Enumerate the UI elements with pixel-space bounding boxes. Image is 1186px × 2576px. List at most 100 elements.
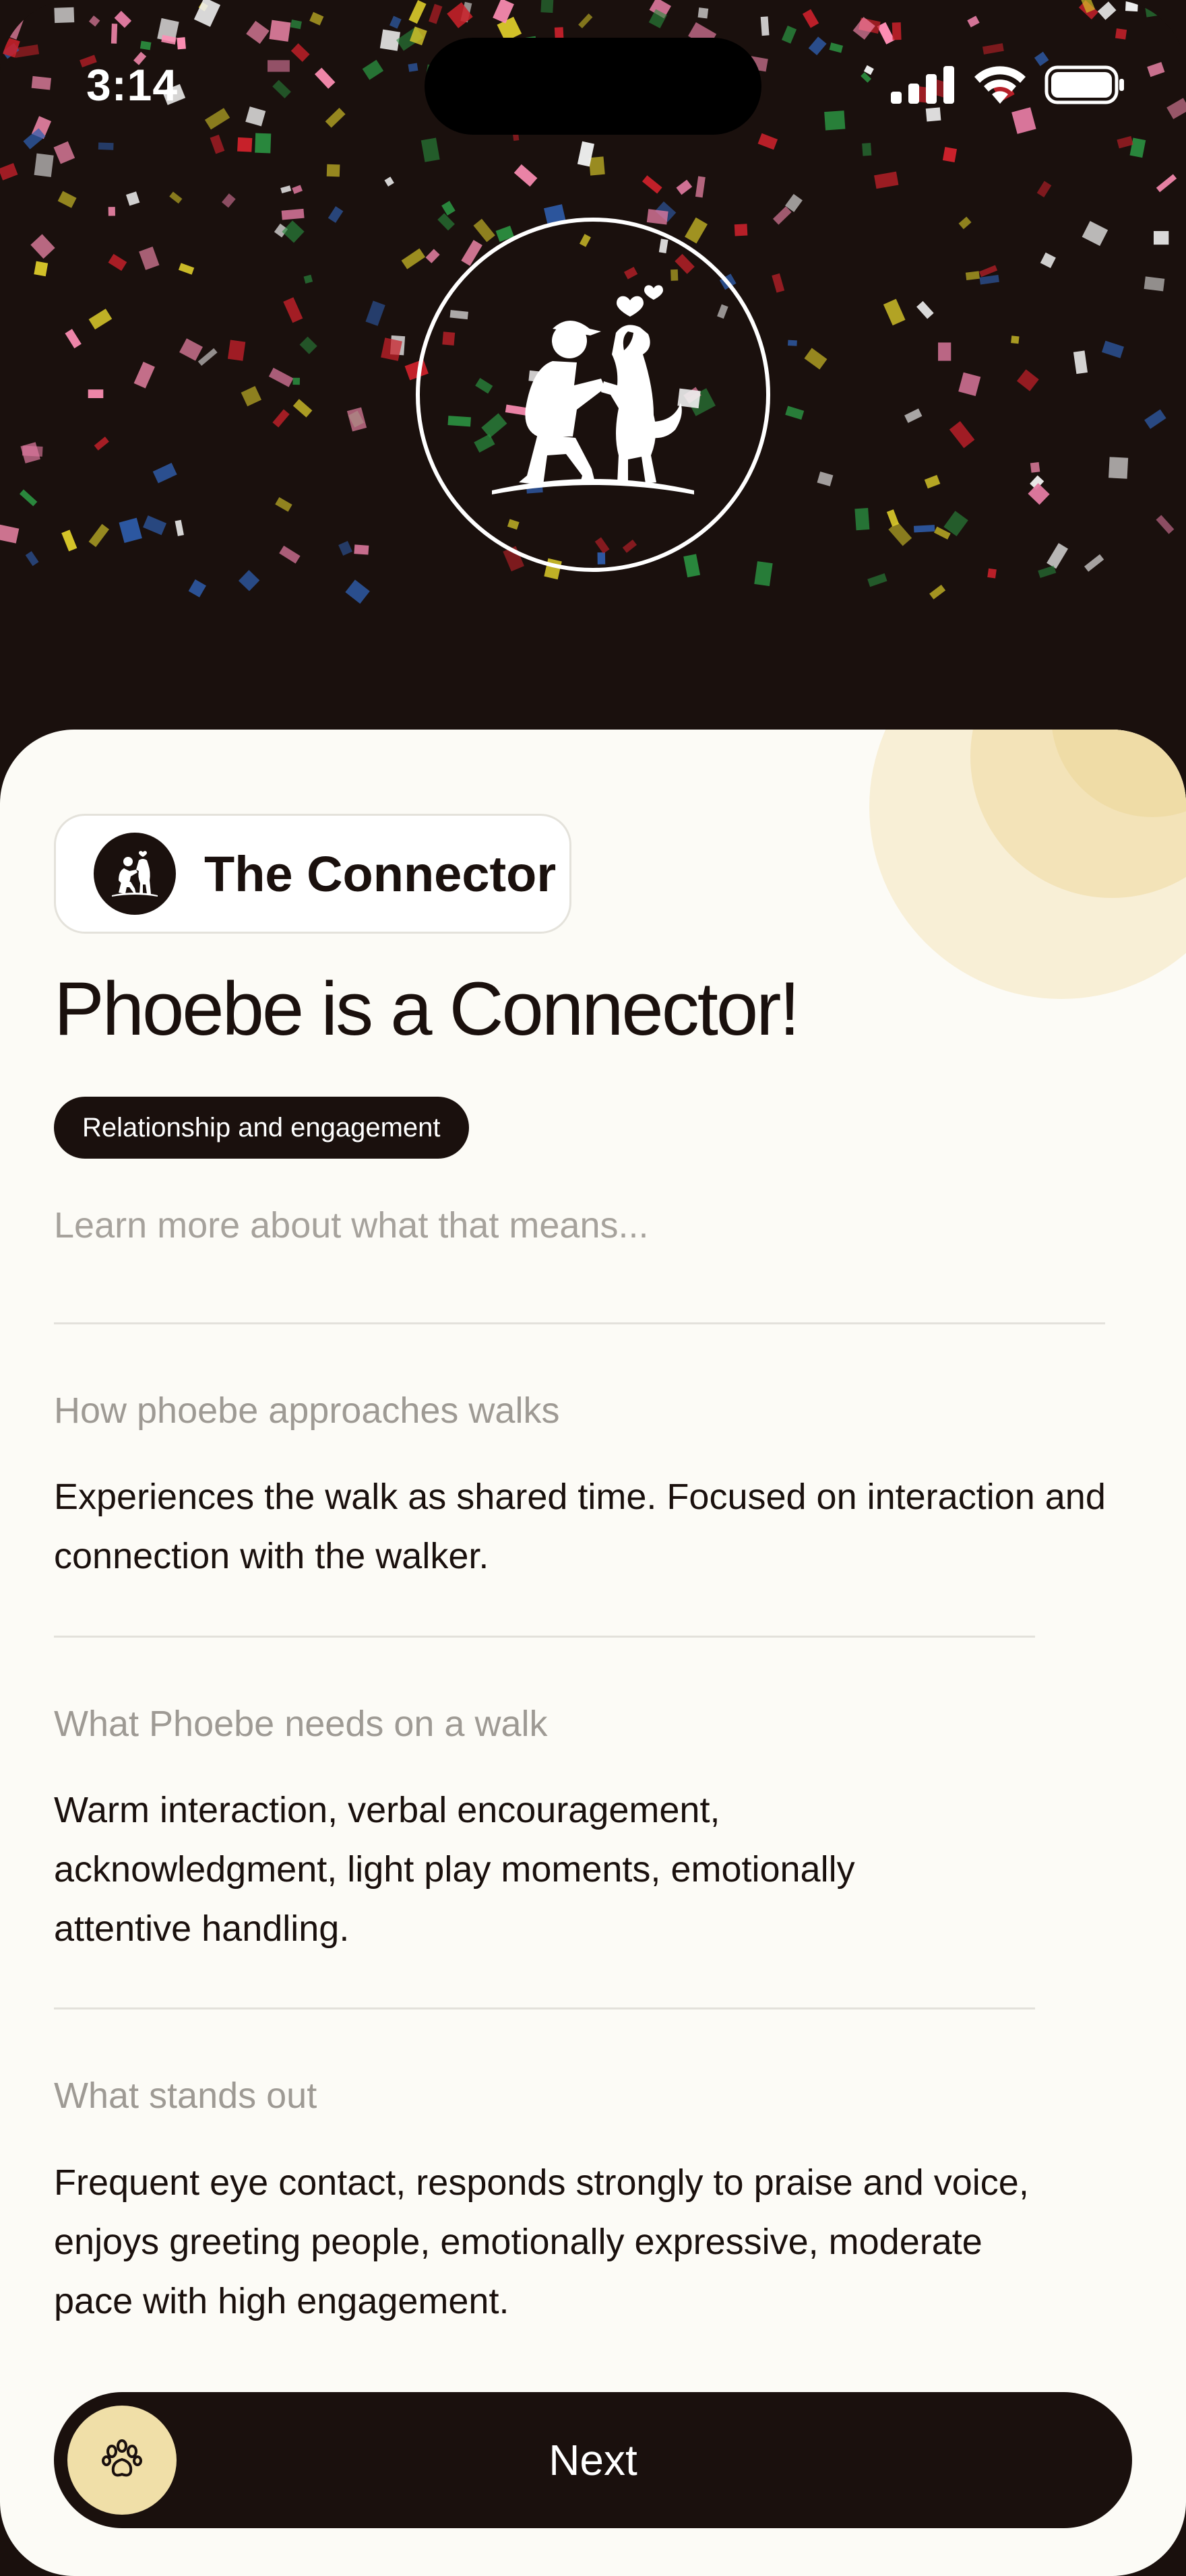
confetti-piece xyxy=(30,234,55,259)
confetti-piece xyxy=(178,263,195,275)
paw-glyph xyxy=(102,2439,142,2477)
personality-type-label: The Connector xyxy=(204,845,557,902)
hero-header: 3:14 xyxy=(0,0,1186,768)
confetti-piece xyxy=(292,399,313,418)
confetti-piece xyxy=(473,218,495,243)
confetti-piece xyxy=(108,207,115,216)
next-button[interactable]: Next xyxy=(54,2392,1132,2528)
confetti-piece xyxy=(65,329,82,349)
confetti-piece xyxy=(978,265,998,278)
confetti-piece xyxy=(381,337,402,361)
confetti-piece xyxy=(34,261,49,277)
confetti-piece xyxy=(292,185,303,195)
confetti-piece xyxy=(938,342,951,361)
confetti-piece xyxy=(292,377,301,385)
confetti-piece xyxy=(280,185,292,194)
confetti-piece xyxy=(303,274,313,284)
divider xyxy=(54,1636,1035,1638)
confetti-piece xyxy=(425,249,440,263)
confetti-piece xyxy=(695,176,706,198)
section-label-needs: What Phoebe needs on a walk xyxy=(54,1704,548,1744)
confetti-piece xyxy=(420,137,440,162)
person-kneeling-with-dog-icon xyxy=(492,285,694,494)
confetti-piece xyxy=(1016,369,1039,391)
section-body-approach: Experiences the walk as shared time. Foc… xyxy=(54,1477,1106,1576)
result-sheet: The Connector Phoebe is a Connector! Rel… xyxy=(0,730,1186,2576)
confetti-piece xyxy=(867,573,887,587)
personality-avatar xyxy=(416,218,770,572)
connector-avatar-icon xyxy=(94,833,176,915)
confetti-piece xyxy=(34,153,54,177)
confetti-piece xyxy=(958,372,981,396)
confetti-piece xyxy=(57,191,77,208)
confetti-piece xyxy=(854,508,870,531)
confetti-piece xyxy=(883,298,906,326)
confetti-piece xyxy=(88,523,110,548)
confetti-piece xyxy=(513,164,538,187)
confetti-piece xyxy=(169,191,183,204)
confetti-piece xyxy=(874,171,899,189)
confetti-piece xyxy=(272,409,290,428)
confetti-piece xyxy=(125,191,140,206)
confetti-piece xyxy=(949,421,975,449)
confetti-piece xyxy=(685,217,708,244)
divider xyxy=(54,2007,1035,2009)
confetti-piece xyxy=(119,517,142,544)
confetti-piece xyxy=(646,209,668,225)
confetti-piece xyxy=(754,561,773,587)
confetti-piece xyxy=(401,248,426,269)
confetti-piece xyxy=(0,524,20,544)
confetti-piece xyxy=(20,442,40,463)
confetti-piece xyxy=(1154,230,1169,245)
confetti-piece xyxy=(642,175,662,194)
confetti-piece xyxy=(804,348,828,370)
confetti-piece xyxy=(1144,409,1166,429)
confetti-piece xyxy=(913,525,935,533)
confetti-piece xyxy=(88,309,113,330)
learn-more-text: Learn more about what that means... xyxy=(54,1205,649,1246)
confetti-piece xyxy=(987,568,997,579)
confetti-piece xyxy=(1036,181,1052,197)
confetti-piece xyxy=(283,297,303,323)
confetti-piece xyxy=(437,213,455,231)
section-body-needs: Warm interaction, verbal encouragement, … xyxy=(54,1790,855,1949)
confetti-piece xyxy=(237,137,253,152)
confetti-piece xyxy=(734,224,748,236)
cellular-signal-icon xyxy=(891,66,954,104)
status-time: 3:14 xyxy=(86,60,179,110)
confetti-piece xyxy=(0,163,18,181)
confetti-piece xyxy=(1109,457,1129,479)
confetti-piece xyxy=(53,141,75,164)
confetti-piece xyxy=(152,463,177,484)
confetti-piece xyxy=(942,147,958,162)
confetti-piece xyxy=(108,253,127,271)
confetti-piece xyxy=(683,554,701,578)
confetti-piece xyxy=(19,489,38,507)
confetti-piece xyxy=(886,509,900,527)
personality-type-chip[interactable]: The Connector xyxy=(54,814,571,934)
confetti-piece xyxy=(241,386,262,407)
confetti-piece xyxy=(275,496,292,512)
wifi-icon xyxy=(974,66,1026,104)
confetti-piece xyxy=(345,579,370,604)
section-label-standout: What stands out xyxy=(54,2075,317,2116)
status-bar: 3:14 xyxy=(0,0,1186,135)
confetti-piece xyxy=(965,271,980,281)
dynamic-island xyxy=(425,38,761,135)
confetti-piece xyxy=(299,336,317,354)
page-title: Phoebe is a Connector! xyxy=(54,967,801,1051)
confetti-piece xyxy=(862,143,872,156)
confetti-piece xyxy=(1038,565,1057,579)
confetti-piece xyxy=(143,515,167,536)
confetti-piece xyxy=(327,206,344,223)
confetti-piece xyxy=(133,362,155,389)
confetti-piece xyxy=(788,340,797,346)
confetti-piece xyxy=(929,584,946,600)
section-label-approach: How phoebe approaches walks xyxy=(54,1390,560,1431)
confetti-piece xyxy=(281,208,305,220)
confetti-piece xyxy=(1101,340,1125,358)
confetti-piece xyxy=(1040,252,1056,269)
confetti-piece xyxy=(268,367,294,387)
confetti-piece xyxy=(365,300,385,326)
confetti-piece xyxy=(188,579,206,598)
